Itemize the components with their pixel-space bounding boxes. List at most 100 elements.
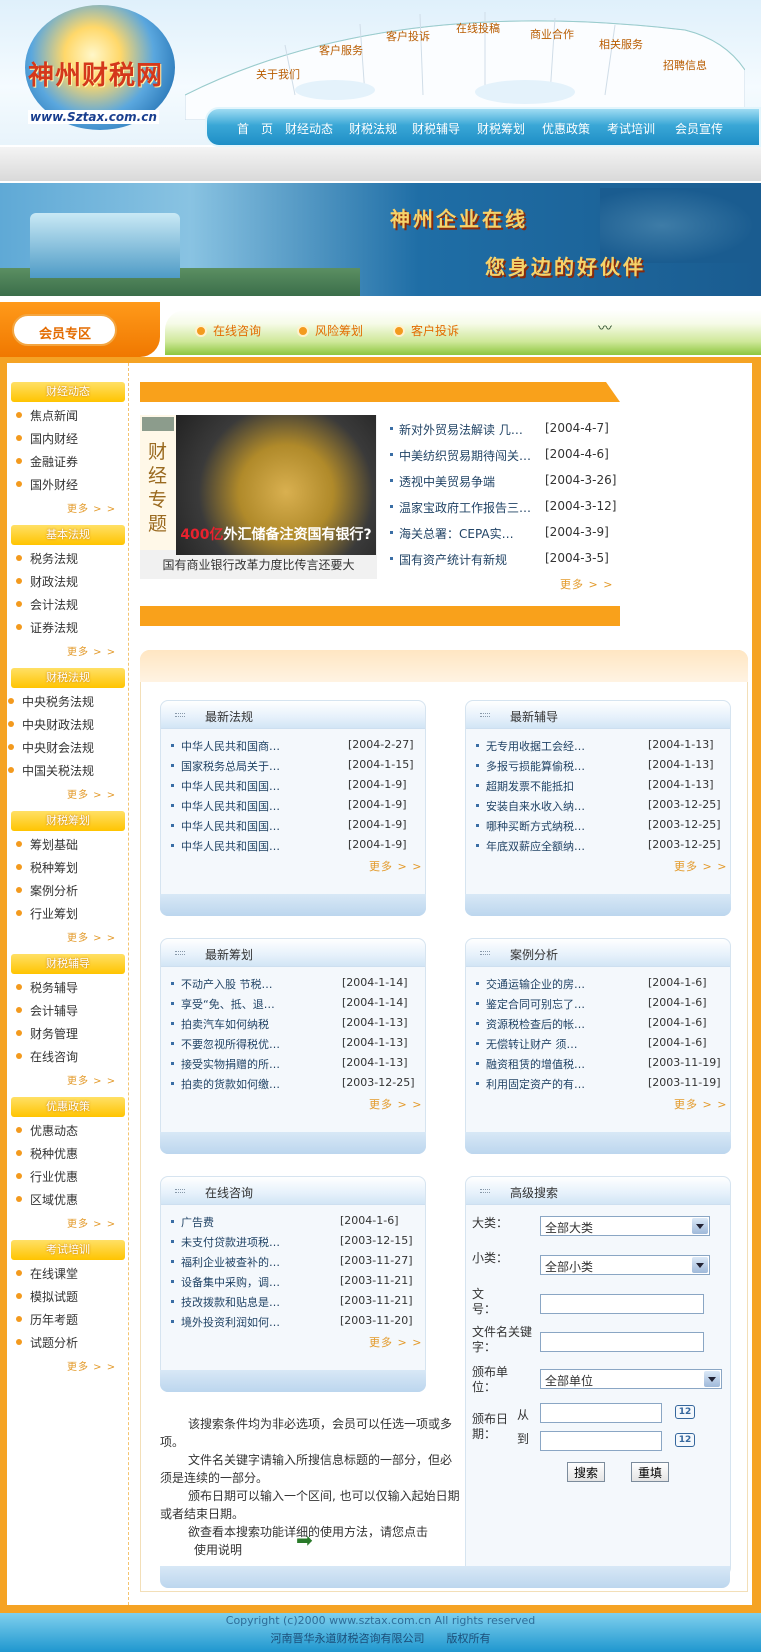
news-row-title[interactable]: 中华人民共和国国…: [181, 838, 280, 854]
nav-member[interactable]: 会员宣传: [675, 120, 723, 137]
sidebar-item[interactable]: 证券法规: [16, 619, 78, 636]
nav-tax-guide[interactable]: 财税辅导: [412, 120, 460, 137]
sidebar-section-title[interactable]: 财税辅导: [11, 954, 125, 974]
sidebar-item[interactable]: 税务法规: [16, 550, 78, 567]
calendar-icon[interactable]: 12: [675, 1433, 695, 1447]
news-box-more-link[interactable]: 更多 > >: [369, 1334, 422, 1350]
sidebar-section-title[interactable]: 基本法规: [11, 525, 125, 545]
news-row-title[interactable]: 设备集中采购，调…: [181, 1274, 280, 1290]
feature-news-item[interactable]: 中美纺织贸易期待闯关…: [390, 447, 531, 464]
feature-news-item[interactable]: 新对外贸易法解读 几…: [390, 421, 523, 438]
feature-news-item[interactable]: 海关总署：CEPA实…: [390, 525, 514, 542]
sidebar-item[interactable]: 财政法规: [16, 573, 78, 590]
sidebar-item[interactable]: 行业优惠: [16, 1168, 78, 1185]
news-row-title[interactable]: 利用固定资产的有…: [486, 1076, 585, 1092]
news-row-title[interactable]: 哪种买断方式纳税…: [486, 818, 585, 834]
top-nav-complaint[interactable]: 客户投诉: [386, 28, 430, 44]
sidebar-item[interactable]: 模拟试题: [16, 1288, 78, 1305]
news-row-title[interactable]: 年底双薪应全额纳…: [486, 838, 585, 854]
news-row-title[interactable]: 超期发票不能抵扣: [486, 778, 574, 794]
sidebar-item[interactable]: 会计法规: [16, 596, 78, 613]
news-box-title[interactable]: 最新辅导: [510, 708, 558, 725]
top-nav-related[interactable]: 相关服务: [599, 36, 643, 52]
sidebar-item[interactable]: 中央财会法规: [8, 739, 94, 756]
sidebar-item[interactable]: 国外财经: [16, 476, 78, 493]
search-button[interactable]: 搜索: [567, 1462, 606, 1482]
news-row-title[interactable]: 广告费: [181, 1214, 214, 1230]
sidebar-item[interactable]: 案例分析: [16, 882, 78, 899]
calendar-icon[interactable]: 12: [675, 1405, 695, 1419]
nav-finance-news[interactable]: 财经动态: [285, 120, 333, 137]
news-row-title[interactable]: 融资租赁的增值税…: [486, 1056, 585, 1072]
member-link-consult[interactable]: 在线咨询: [195, 322, 261, 339]
feature-news-item[interactable]: 透视中美贸易争端: [390, 473, 495, 490]
news-row-title[interactable]: 交通运输企业的房…: [486, 976, 585, 992]
sidebar-item[interactable]: 金融证券: [16, 453, 78, 470]
sidebar-more-link[interactable]: 更多 > >: [67, 929, 116, 944]
news-row-title[interactable]: 中华人民共和国国…: [181, 778, 280, 794]
news-row-title[interactable]: 境外投资利润如何…: [181, 1314, 280, 1330]
reset-button[interactable]: 重填: [631, 1462, 670, 1482]
news-row-title[interactable]: 多报亏损能算偷税…: [486, 758, 585, 774]
sidebar-item[interactable]: 财务管理: [16, 1025, 78, 1042]
news-box-title[interactable]: 最新法规: [205, 708, 253, 725]
news-box-more-link[interactable]: 更多 > >: [674, 858, 727, 874]
news-row-title[interactable]: 拍卖的货款如何缴…: [181, 1076, 280, 1092]
collapse-icon[interactable]: [142, 417, 174, 431]
sidebar-section-title[interactable]: 财税法规: [11, 668, 125, 688]
sidebar-section-title[interactable]: 财税筹划: [11, 811, 125, 831]
news-row-title[interactable]: 资源税检查后的帐…: [486, 1016, 585, 1032]
news-row-title[interactable]: 享受“免、抵、退…: [181, 996, 275, 1012]
sidebar-item[interactable]: 在线课堂: [16, 1265, 78, 1282]
news-box-title[interactable]: 最新筹划: [205, 946, 253, 963]
sidebar-item[interactable]: 优惠动态: [16, 1122, 78, 1139]
sidebar-item[interactable]: 中央财政法规: [8, 716, 94, 733]
top-nav-cooperation[interactable]: 商业合作: [530, 26, 574, 42]
sidebar-item[interactable]: 税种筹划: [16, 859, 78, 876]
news-box-title[interactable]: 在线咨询: [205, 1184, 253, 1201]
sidebar-item[interactable]: 中国关税法规: [8, 762, 94, 779]
sidebar-item[interactable]: 税务辅导: [16, 979, 78, 996]
news-row-title[interactable]: 鉴定合同可别忘了…: [486, 996, 585, 1012]
sidebar-more-link[interactable]: 更多 > >: [67, 643, 116, 658]
news-row-title[interactable]: 中华人民共和国商…: [181, 738, 280, 754]
member-link-complaint[interactable]: 客户投诉: [393, 322, 459, 339]
sidebar-section-title[interactable]: 财经动态: [11, 382, 125, 402]
sidebar-more-link[interactable]: 更多 > >: [67, 1072, 116, 1087]
sidebar-item[interactable]: 行业筹划: [16, 905, 78, 922]
news-box-title[interactable]: 案例分析: [510, 946, 558, 963]
sidebar-item[interactable]: 会计辅导: [16, 1002, 78, 1019]
news-row-title[interactable]: 福利企业被查补的…: [181, 1254, 280, 1270]
date-from-input[interactable]: [540, 1403, 662, 1423]
sidebar-item[interactable]: 试题分析: [16, 1334, 78, 1351]
site-logo[interactable]: 神州财税网: [28, 55, 163, 92]
news-row-title[interactable]: 不动产入股 节税…: [181, 976, 273, 992]
nav-tax-planning[interactable]: 财税筹划: [477, 120, 525, 137]
top-nav-service[interactable]: 客户服务: [319, 42, 363, 58]
news-row-title[interactable]: 技改拨款和贴息是…: [181, 1294, 280, 1310]
sidebar-item[interactable]: 焦点新闻: [16, 407, 78, 424]
arrow-right-icon[interactable]: ➡: [296, 1528, 313, 1552]
sidebar-more-link[interactable]: 更多 > >: [67, 786, 116, 801]
feature-news-item[interactable]: 温家宝政府工作报告三…: [390, 499, 531, 516]
nav-home[interactable]: 首 页: [237, 120, 273, 137]
sidebar-item[interactable]: 国内财经: [16, 430, 78, 447]
member-zone-tab[interactable]: 会员专区: [12, 314, 117, 346]
top-nav-about[interactable]: 关于我们: [256, 66, 300, 82]
member-link-risk[interactable]: 风险筹划: [297, 322, 363, 339]
top-nav-submit[interactable]: 在线投稿: [456, 20, 500, 36]
news-row-title[interactable]: 未支付贷款进项税…: [181, 1234, 280, 1250]
news-row-title[interactable]: 安装自来水收入纳…: [486, 798, 585, 814]
sidebar-item[interactable]: 税种优惠: [16, 1145, 78, 1162]
sidebar-item[interactable]: 中央税务法规: [8, 693, 94, 710]
sidebar-more-link[interactable]: 更多 > >: [67, 1358, 116, 1373]
top-nav-jobs[interactable]: 招聘信息: [663, 57, 707, 73]
subcategory-select[interactable]: 全部小类: [540, 1255, 710, 1275]
sidebar-section-title[interactable]: 优惠政策: [11, 1097, 125, 1117]
news-row-title[interactable]: 拍卖汽车如何纳税: [181, 1016, 269, 1032]
keyword-input[interactable]: [540, 1332, 704, 1352]
news-row-title[interactable]: 接受实物捐赠的所…: [181, 1056, 280, 1072]
feature-caption[interactable]: 国有商业银行改革力度比传言还要大: [140, 556, 377, 573]
issuer-select[interactable]: 全部单位: [540, 1369, 722, 1389]
sidebar-item[interactable]: 筹划基础: [16, 836, 78, 853]
